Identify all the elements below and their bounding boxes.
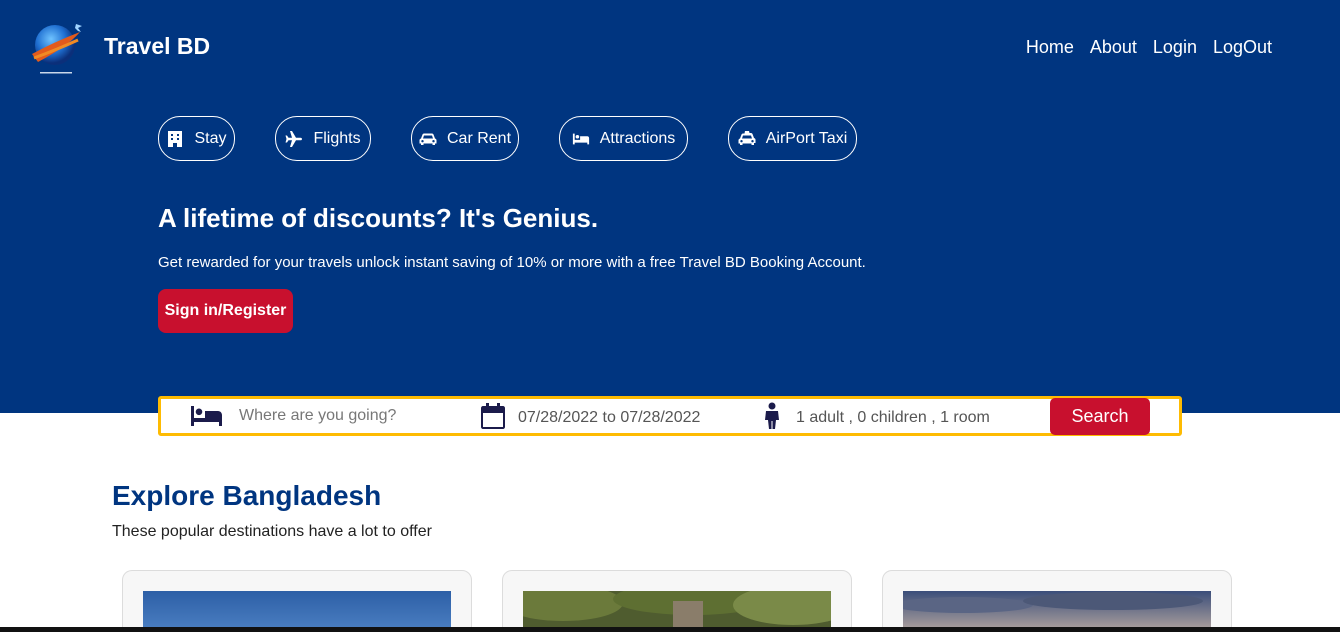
bed-icon: [190, 404, 224, 433]
nav-about-link[interactable]: About: [1090, 37, 1137, 58]
destination-card[interactable]: [122, 570, 472, 632]
destination-card[interactable]: [882, 570, 1232, 632]
nav-login-link[interactable]: Login: [1153, 37, 1197, 58]
search-bar: 07/28/2022 to 07/28/2022 1 adult , 0 chi…: [158, 396, 1182, 436]
category-airport-taxi-button[interactable]: AirPort Taxi: [728, 116, 857, 161]
globe-logo-icon[interactable]: [28, 20, 88, 78]
destination-image: [523, 591, 831, 632]
building-icon: [168, 130, 183, 147]
category-attractions-button[interactable]: Attractions: [559, 116, 688, 161]
nav-home-link[interactable]: Home: [1026, 37, 1074, 58]
category-label: Attractions: [599, 129, 676, 147]
category-flights-button[interactable]: Flights: [275, 116, 371, 161]
category-label: Flights: [313, 129, 361, 147]
main-nav: Home About Login LogOut: [1026, 37, 1272, 58]
section-title: Explore Bangladesh: [112, 480, 382, 511]
bed-icon: [572, 133, 589, 144]
destination-image: [143, 591, 451, 632]
guests-selector[interactable]: 1 adult , 0 children , 1 room: [796, 409, 990, 427]
brand-name[interactable]: Travel BD: [104, 33, 210, 60]
search-button[interactable]: Search: [1050, 398, 1150, 435]
plane-icon: [285, 130, 303, 147]
destination-input[interactable]: [239, 407, 459, 425]
category-label: Car Rent: [446, 129, 512, 147]
taxi-icon: [738, 130, 756, 145]
destination-image: [903, 591, 1211, 632]
category-stay-button[interactable]: Stay: [158, 116, 235, 161]
person-icon: [763, 402, 781, 435]
car-icon: [419, 133, 437, 145]
page-bottom-edge: [0, 627, 1340, 632]
hero-headline: A lifetime of discounts? It's Genius.: [158, 203, 599, 233]
hero-subline: Get rewarded for your travels unlock ins…: [158, 254, 866, 271]
sign-in-register-button[interactable]: Sign in/Register: [158, 289, 293, 333]
category-label: Stay: [194, 129, 227, 147]
category-label: AirPort Taxi: [765, 129, 848, 147]
section-subtitle: These popular destinations have a lot to…: [112, 523, 432, 540]
category-car-rent-button[interactable]: Car Rent: [411, 116, 519, 161]
nav-logout-link[interactable]: LogOut: [1213, 37, 1272, 58]
destination-card[interactable]: [502, 570, 852, 632]
calendar-icon: [481, 402, 505, 435]
date-range-picker[interactable]: 07/28/2022 to 07/28/2022: [518, 409, 700, 427]
